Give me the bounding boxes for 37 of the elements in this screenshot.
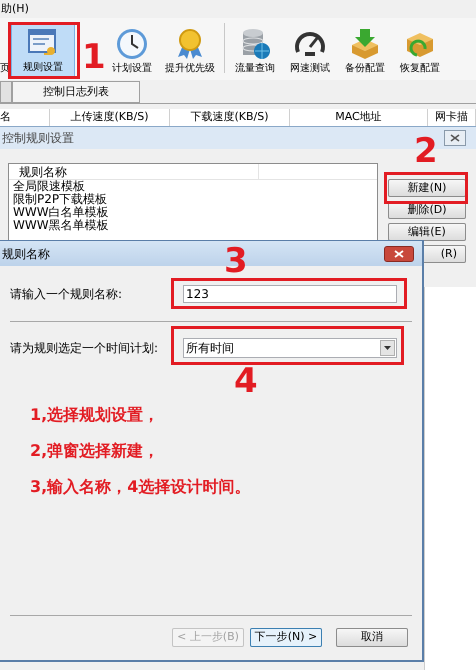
schedule-dropdown[interactable]: 所有时间 bbox=[183, 338, 397, 358]
rule-item[interactable]: 限制P2P下载模板 bbox=[9, 193, 377, 206]
step-number: 4 bbox=[234, 364, 258, 398]
step-number: 2 bbox=[414, 134, 438, 168]
dropdown-caret-icon bbox=[384, 346, 391, 350]
dialog-button[interactable]: 新建(N) bbox=[388, 179, 466, 197]
close-button[interactable] bbox=[444, 130, 466, 146]
toolbar-button[interactable]: 提升优先级 bbox=[159, 24, 221, 78]
instruction-text: 1,选择规划设置， bbox=[30, 404, 160, 426]
step-number: 3 bbox=[224, 244, 248, 278]
rule-item[interactable]: WWW白名单模板 bbox=[9, 206, 377, 219]
rule-name-field[interactable]: 123 bbox=[183, 285, 397, 303]
toolbar-button[interactable]: 网速测试 bbox=[283, 24, 337, 78]
close-icon bbox=[394, 250, 404, 258]
rule-item[interactable]: WWW黑名单模板 bbox=[9, 219, 377, 232]
step-number: 1 bbox=[82, 40, 106, 74]
field-label: 请输入一个规则名称: bbox=[10, 286, 124, 303]
close-button[interactable] bbox=[384, 246, 414, 262]
help-menu[interactable]: 助(H) bbox=[1, 0, 29, 18]
tab[interactable]: 控制日志列表 bbox=[12, 81, 140, 103]
toolbar-button[interactable]: 备份配置 bbox=[338, 24, 392, 78]
instruction-text: 2,弹窗选择新建， bbox=[30, 440, 160, 462]
wizard-button[interactable]: 下一步(N) > bbox=[250, 628, 322, 647]
toolbar-button[interactable]: 流量查询 bbox=[228, 24, 282, 78]
rule-item[interactable]: 全局限速模板 bbox=[9, 180, 377, 193]
toolbar-button[interactable]: 规则设置 bbox=[11, 24, 75, 78]
column-header: 规则名称 bbox=[9, 164, 259, 179]
instruction-text: 3,输入名称，4选择设计时间。 bbox=[30, 476, 252, 498]
field-label: 请为规则选定一个时间计划: bbox=[10, 340, 160, 357]
dialog-button[interactable]: 编辑(E) bbox=[388, 223, 466, 241]
wizard-button[interactable]: 取消 bbox=[336, 628, 408, 647]
toolbar-button[interactable]: 恢复配置 bbox=[393, 24, 447, 78]
dialog-title: 控制规则设置 bbox=[2, 130, 74, 147]
close-icon bbox=[450, 134, 460, 142]
dialog-title: 规则名称 bbox=[2, 246, 50, 262]
clock-icon bbox=[115, 27, 149, 61]
highlight-frame bbox=[8, 22, 80, 79]
